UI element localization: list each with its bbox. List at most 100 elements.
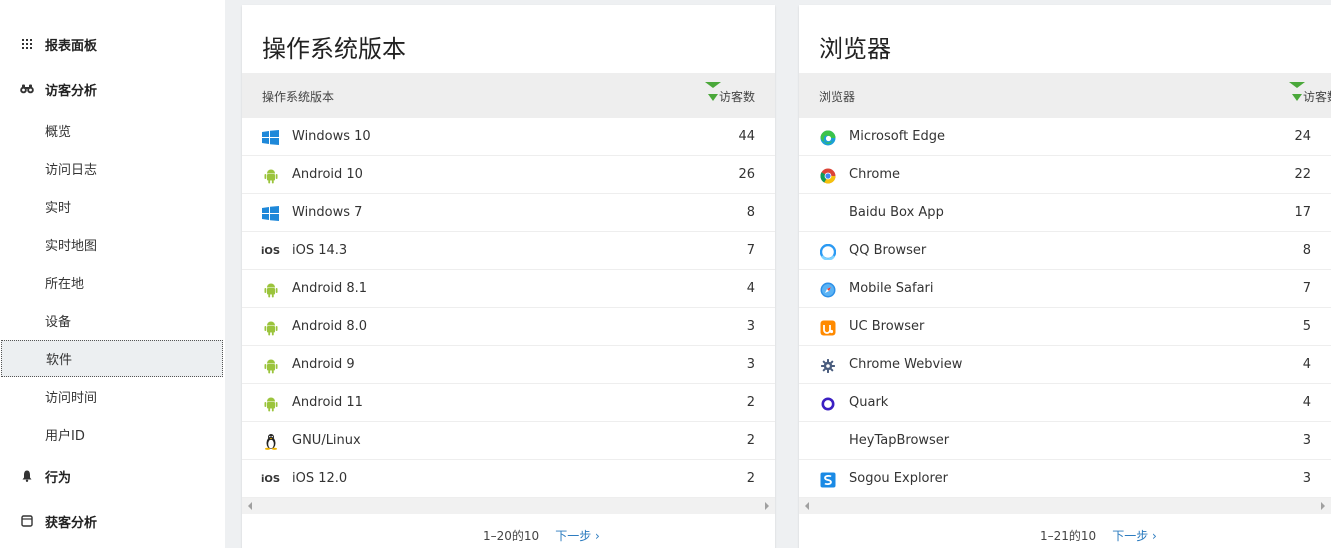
pagination-count: 1–20的10 — [483, 529, 540, 543]
sidebar-item-devices[interactable]: 设备 — [0, 302, 225, 338]
scroll-left-icon[interactable] — [248, 502, 252, 510]
sidebar-item-user-id[interactable]: 用户ID — [0, 416, 225, 452]
linux-icon — [262, 433, 279, 450]
column-header-visitors[interactable]: 访客数 — [1288, 82, 1331, 105]
nav-section-label: 获客分析 — [45, 515, 98, 531]
ios-icon: iOS — [260, 474, 281, 485]
windows-icon — [262, 129, 279, 146]
sidebar-item-overview[interactable]: 概览 — [0, 112, 225, 148]
table-row[interactable]: QQ Browser 8 — [799, 232, 1331, 270]
table-row[interactable]: Windows 7 8 — [242, 194, 775, 232]
table-row[interactable]: GNU/Linux 2 — [242, 422, 775, 460]
table-row[interactable]: iOS iOS 12.0 2 — [242, 460, 775, 498]
row-label: Baidu Box App — [849, 205, 944, 220]
row-value: 2 — [746, 433, 755, 448]
sidebar-item-locations[interactable]: 所在地 — [0, 264, 225, 300]
table-row[interactable]: iOS iOS 14.3 7 — [242, 232, 775, 270]
pagination: 1–21的10 下一步 › — [1040, 527, 1157, 544]
sidebar-item-label: 所在地 — [45, 276, 85, 292]
sort-indicator-icon — [704, 82, 721, 88]
sidebar-item-label: 访问日志 — [45, 162, 98, 178]
sidebar-item-visit-times[interactable]: 访问时间 — [0, 378, 225, 414]
nav-section-label: 行为 — [45, 470, 72, 486]
ios-icon: iOS — [260, 246, 281, 257]
column-header-visitors[interactable]: 访客数 — [704, 82, 755, 105]
pagination-count: 1–21的10 — [1040, 529, 1097, 543]
scroll-right-icon[interactable] — [1321, 502, 1325, 510]
nav-section-visitors[interactable]: 访客分析 — [0, 71, 225, 107]
column-header-label[interactable]: 浏览器 — [819, 88, 855, 105]
sidebar-item-label: 访问时间 — [45, 390, 98, 406]
horizontal-scrollbar[interactable] — [242, 498, 775, 514]
row-value: 4 — [746, 281, 755, 296]
dashboard-grid-icon — [20, 37, 34, 51]
unknown-browser-icon — [819, 433, 836, 450]
table-row[interactable]: Windows 10 44 — [242, 118, 775, 156]
row-label: Sogou Explorer — [849, 471, 948, 486]
table-row[interactable]: Android 9 3 — [242, 346, 775, 384]
os-version-card: 操作系统版本 操作系统版本 访客数 Windows 10 44 Android … — [242, 5, 775, 548]
table-row[interactable]: Android 11 2 — [242, 384, 775, 422]
row-value: 3 — [1302, 471, 1311, 486]
sidebar-item-label: 实时地图 — [45, 238, 98, 254]
row-value: 3 — [746, 357, 755, 372]
pagination: 1–20的10 下一步 › — [483, 527, 600, 544]
table-body: Microsoft Edge 24 Chrome 22 Baidu Box Ap… — [799, 118, 1331, 498]
table-row[interactable]: Chrome Webview 4 — [799, 346, 1331, 384]
scroll-left-icon[interactable] — [805, 502, 809, 510]
row-value: 8 — [1302, 243, 1311, 258]
sidebar-item-visit-log[interactable]: 访问日志 — [0, 150, 225, 186]
square-icon — [20, 514, 34, 528]
sidebar-item-realtime[interactable]: 实时 — [0, 188, 225, 224]
sidebar-item-label: 实时 — [45, 200, 72, 216]
nav-section-behaviour[interactable]: 行为 — [0, 458, 225, 494]
row-value: 24 — [1294, 129, 1311, 144]
android-icon — [262, 357, 279, 374]
sort-desc-icon — [1291, 94, 1302, 101]
row-label: Android 8.1 — [292, 281, 368, 296]
table-row[interactable]: Sogou Explorer 3 — [799, 460, 1331, 498]
row-label: Android 10 — [292, 167, 363, 182]
horizontal-scrollbar[interactable] — [799, 498, 1331, 514]
safari-icon — [819, 281, 836, 298]
next-page-link[interactable]: 下一步 › — [1112, 529, 1157, 543]
nav-section-dashboard[interactable]: 报表面板 — [0, 26, 225, 62]
sidebar-item-label: 概览 — [45, 124, 72, 140]
table-row[interactable]: Quark 4 — [799, 384, 1331, 422]
table-row[interactable]: Android 8.0 3 — [242, 308, 775, 346]
next-page-link[interactable]: 下一步 › — [555, 529, 600, 543]
row-value: 7 — [1302, 281, 1311, 296]
nav-section-acquisition[interactable]: 获客分析 — [0, 503, 225, 539]
row-value: 22 — [1294, 167, 1311, 182]
row-label: Chrome — [849, 167, 900, 182]
sidebar-item-software[interactable]: 软件 — [1, 340, 223, 377]
table-row[interactable]: Mobile Safari 7 — [799, 270, 1331, 308]
table-row[interactable]: Microsoft Edge 24 — [799, 118, 1331, 156]
table-row[interactable]: Chrome 22 — [799, 156, 1331, 194]
row-value: 8 — [746, 205, 755, 220]
scroll-right-icon[interactable] — [765, 502, 769, 510]
row-label: Android 9 — [292, 357, 355, 372]
row-value: 3 — [1302, 433, 1311, 448]
row-label: Android 11 — [292, 395, 363, 410]
table-row[interactable]: HeyTapBrowser 3 — [799, 422, 1331, 460]
row-label: UC Browser — [849, 319, 925, 334]
row-label: Windows 10 — [292, 129, 371, 144]
nav-section-label: 访客分析 — [45, 83, 98, 99]
row-label: QQ Browser — [849, 243, 927, 258]
table-row[interactable]: UC Browser 5 — [799, 308, 1331, 346]
row-label: GNU/Linux — [292, 433, 361, 448]
android-icon — [262, 167, 279, 184]
bell-icon — [20, 469, 34, 483]
row-value: 2 — [746, 395, 755, 410]
table-row[interactable]: Android 10 26 — [242, 156, 775, 194]
row-value: 17 — [1294, 205, 1311, 220]
row-label: HeyTapBrowser — [849, 433, 950, 448]
card-title: 浏览器 — [819, 35, 891, 63]
column-header-label[interactable]: 操作系统版本 — [262, 88, 334, 105]
table-row[interactable]: Baidu Box App 17 — [799, 194, 1331, 232]
table-header: 操作系统版本 访客数 — [242, 73, 775, 118]
row-label: iOS 14.3 — [292, 243, 348, 258]
table-row[interactable]: Android 8.1 4 — [242, 270, 775, 308]
sidebar-item-realtime-map[interactable]: 实时地图 — [0, 226, 225, 262]
